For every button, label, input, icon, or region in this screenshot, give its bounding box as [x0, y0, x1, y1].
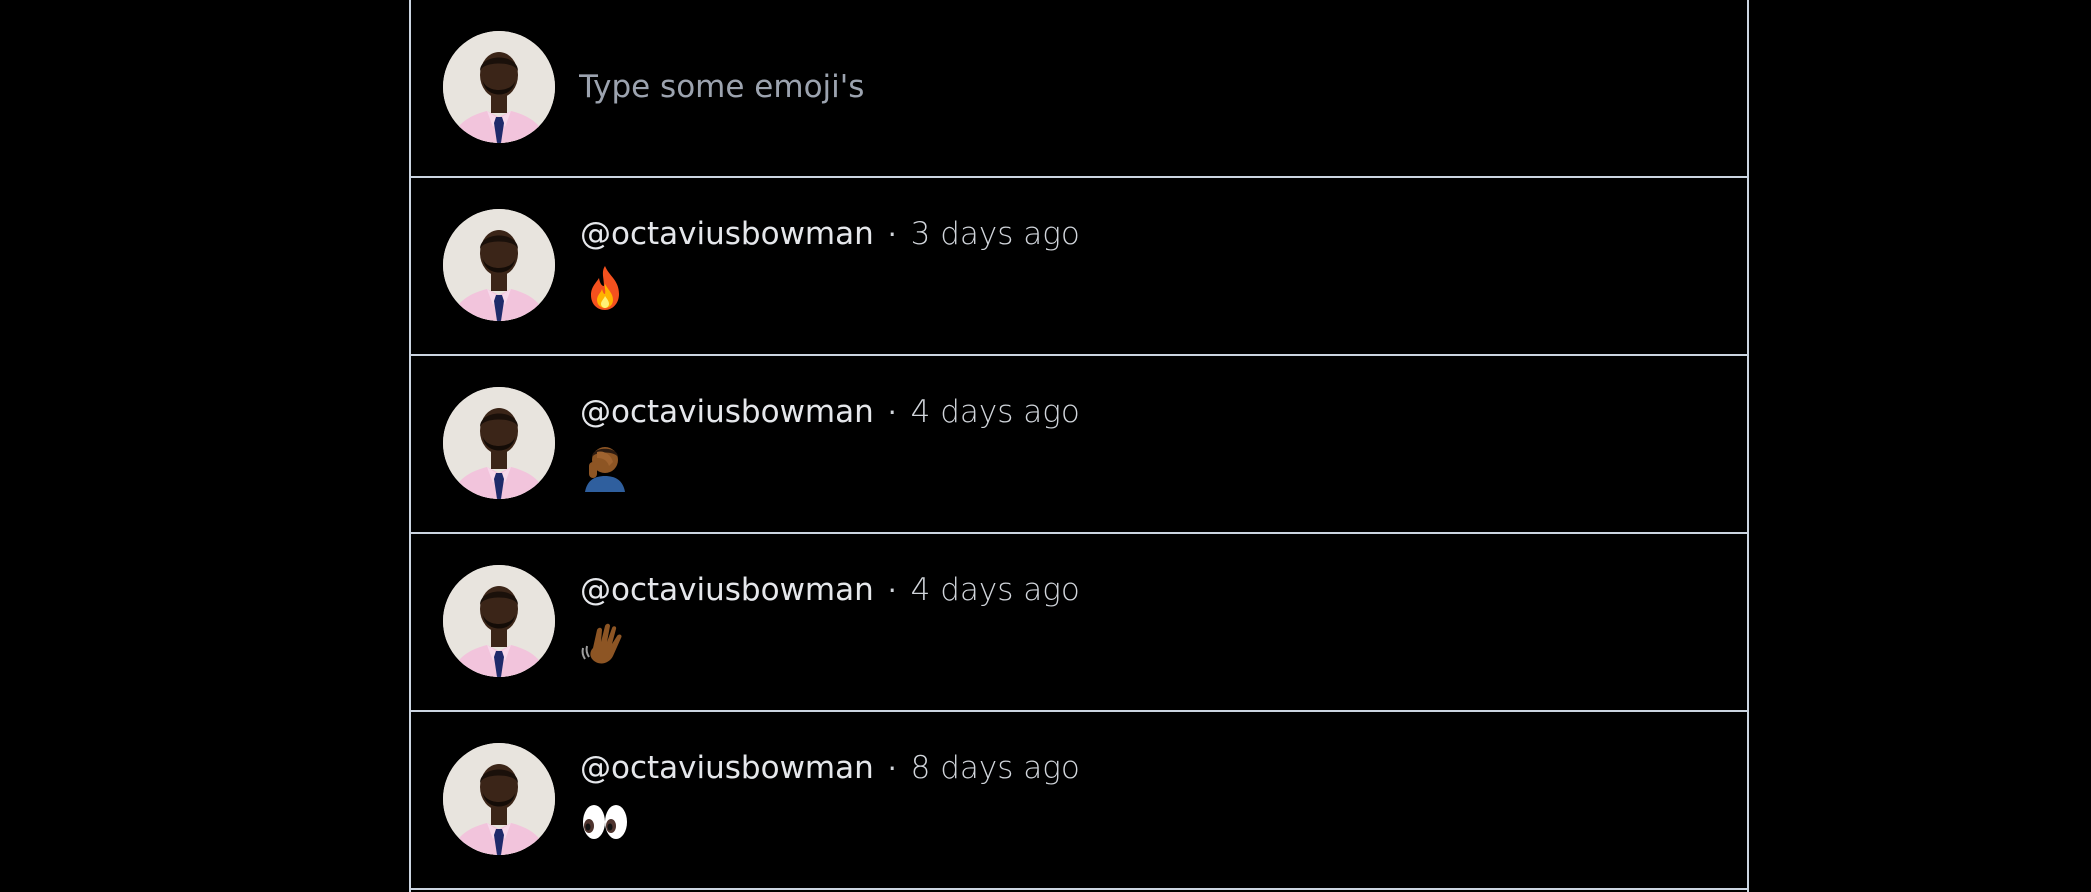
emoji-input[interactable] — [579, 50, 1679, 124]
separator: · — [887, 395, 897, 429]
timestamp: 8 days ago — [910, 750, 1080, 786]
post-header: @octaviusbowman · 3 days ago — [580, 212, 1080, 256]
username-link[interactable]: @octaviusbowman — [580, 750, 874, 786]
timestamp: 4 days ago — [910, 572, 1080, 608]
post: @octaviusbowman · 8 days ago — [411, 712, 1747, 890]
timestamp: 3 days ago — [910, 216, 1080, 252]
avatar — [443, 743, 555, 855]
post-header: @octaviusbowman · 8 days ago — [580, 746, 1080, 790]
post-header: @octaviusbowman · 4 days ago — [580, 390, 1080, 434]
emoji-feed: @octaviusbowman · 3 days ago @octaviusbo… — [409, 0, 1749, 892]
fire-emoji-icon — [579, 262, 639, 322]
man-facepalming-emoji-icon — [579, 440, 639, 500]
username-link[interactable]: @octaviusbowman — [580, 394, 874, 430]
composer — [411, 0, 1747, 178]
avatar — [443, 209, 555, 321]
post: @octaviusbowman · 4 days ago — [411, 356, 1747, 534]
separator: · — [887, 751, 897, 785]
post: @octaviusbowman · 3 days ago — [411, 178, 1747, 356]
username-link[interactable]: @octaviusbowman — [580, 572, 874, 608]
avatar — [443, 565, 555, 677]
username-link[interactable]: @octaviusbowman — [580, 216, 874, 252]
avatar — [443, 387, 555, 499]
post-header: @octaviusbowman · 4 days ago — [580, 568, 1080, 612]
timestamp: 4 days ago — [910, 394, 1080, 430]
post: @octaviusbowman · 4 days ago — [411, 534, 1747, 712]
separator: · — [887, 217, 897, 251]
waving-hand-emoji-icon — [579, 618, 639, 678]
avatar — [443, 31, 555, 143]
separator: · — [887, 573, 897, 607]
eyes-emoji-icon — [579, 796, 639, 856]
